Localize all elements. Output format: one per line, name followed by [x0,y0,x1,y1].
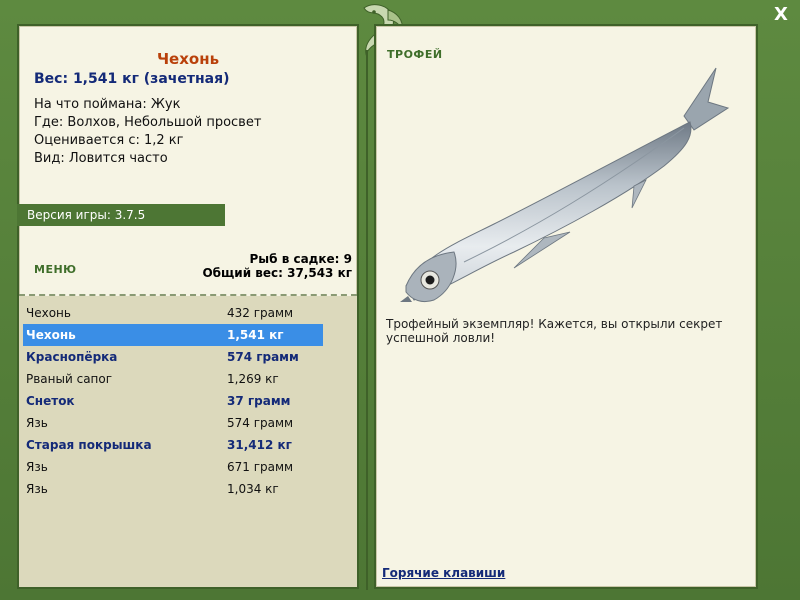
left-panel: Чехонь Вес: 1,541 кг (зачетная) На что п… [17,24,359,589]
trophy-message: Трофейный экземпляр! Кажется, вы открыли… [386,317,723,345]
version-bar: Версия игры: 3.7.5 [17,204,225,226]
valued-from-text: Оценивается с: 1,2 кг [34,133,184,148]
list-item[interactable]: Язь 574 грамм [23,412,323,434]
list-item-name: Снеток [26,394,75,408]
list-item-weight: 31,412 кг [227,438,292,452]
list-item[interactable]: Язь 1,034 кг [23,478,323,500]
list-item-weight: 574 грамм [227,416,294,430]
list-item[interactable]: Снеток 37 грамм [23,390,323,412]
list-item-name: Краснопёрка [26,350,118,364]
list-item-name: Язь [26,482,48,496]
list-item-weight: 1,541 кг [227,328,284,342]
frequency-text: Вид: Ловится часто [34,151,168,166]
right-panel: ТРОФЕЙ Трофейный экземпляр! Кажется, вы … [374,24,758,589]
list-item-weight: 574 грамм [227,350,299,364]
fish-picture [400,67,730,303]
list-item[interactable]: Краснопёрка 574 грамм [23,346,323,368]
menu-button[interactable]: МЕНЮ [34,263,77,276]
list-item-weight: 1,034 кг [227,482,279,496]
list-item[interactable]: Язь 671 грамм [23,456,323,478]
list-item-name: Язь [26,460,48,474]
keepnet-count: Рыб в садке: 9 [249,252,353,266]
list-item-selected[interactable]: Чехонь 1,541 кг [23,324,323,346]
list-item-name: Чехонь [26,306,71,320]
list-item-weight: 671 грамм [227,460,294,474]
list-item-weight: 432 грамм [227,306,294,320]
panel-divider [366,50,368,590]
hotkeys-link[interactable]: Горячие клавиши [382,566,505,580]
list-item[interactable]: Рваный сапог 1,269 кг [23,368,323,390]
list-item-name: Чехонь [26,328,76,342]
keepnet-total-weight: Общий вес: 37,543 кг [202,266,352,280]
caught-on-text: На что поймана: Жук [34,97,181,112]
list-item-weight: 1,269 кг [227,372,279,386]
close-button[interactable]: X [770,4,792,26]
list-item-name: Рваный сапог [26,372,113,386]
list-item[interactable]: Чехонь 432 грамм [23,302,323,324]
list-item-name: Язь [26,416,48,430]
list-item-name: Старая покрышка [26,438,152,452]
list-item[interactable]: Старая покрышка 31,412 кг [23,434,323,456]
keepnet-stats: Рыб в садке: 9 Общий вес: 37,543 кг [202,252,352,280]
fish-details: На что поймана: Жук Где: Волхов, Небольш… [34,96,261,168]
fish-weight: Вес: 1,541 кг (зачетная) [34,71,230,87]
fish-title: Чехонь [156,50,220,68]
list-item-weight: 37 грамм [227,394,291,408]
location-text: Где: Волхов, Небольшой просвет [34,115,262,130]
catch-list: Чехонь 432 грамм Чехонь 1,541 кг Красноп… [19,296,357,587]
